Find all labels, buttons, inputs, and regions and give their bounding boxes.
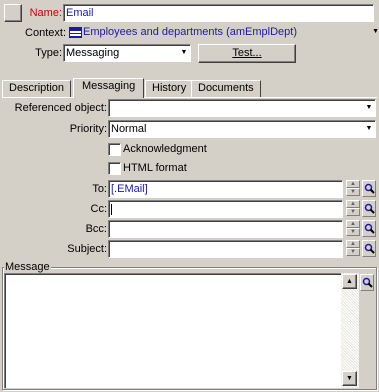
bcc-spin-button[interactable]: ▲ ▼ — [346, 220, 360, 237]
context-value: Employees and departments (amEmplDept) — [83, 26, 297, 38]
test-button[interactable]: Test... — [198, 44, 296, 63]
to-field[interactable]: [.EMail] — [108, 180, 343, 198]
chevron-down-icon: ▼ — [180, 49, 188, 56]
tab-messaging[interactable]: Messaging — [73, 78, 145, 98]
acknowledgment-checkbox[interactable] — [108, 143, 121, 156]
to-zoom-icon[interactable] — [362, 180, 376, 197]
name-label: Name: — [29, 7, 62, 19]
scroll-down-button[interactable]: ▼ — [342, 371, 357, 386]
tab-documents[interactable]: Documents — [191, 80, 261, 97]
to-spin-button[interactable]: ▲ ▼ — [346, 180, 360, 197]
text-cursor — [111, 203, 112, 215]
html-format-label: HTML format — [123, 162, 187, 174]
message-scrollbar[interactable]: ▲ ▼ — [341, 273, 359, 388]
subject-field[interactable] — [108, 240, 343, 258]
priority-value: Normal — [111, 123, 147, 135]
type-label: Type: — [35, 47, 62, 59]
cc-field[interactable] — [108, 200, 343, 218]
tab-panel-border — [2, 97, 377, 98]
bcc-field[interactable] — [108, 220, 343, 238]
tab-messaging-label: Messaging — [82, 80, 136, 92]
subject-spin-button[interactable]: ▲ ▼ — [346, 240, 360, 257]
cc-spin-button[interactable]: ▲ ▼ — [346, 200, 360, 217]
message-zoom-icon[interactable] — [360, 274, 374, 291]
type-value: Messaging — [66, 47, 120, 59]
table-icon — [69, 26, 82, 38]
acknowledgment-label: Acknowledgment — [123, 143, 207, 155]
to-label: To: — [92, 183, 107, 195]
test-button-label: Test... — [232, 47, 262, 59]
chevron-down-icon: ▼ — [365, 125, 373, 132]
chevron-down-icon: ▼ — [365, 104, 373, 111]
scroll-up-button[interactable]: ▲ — [342, 274, 357, 289]
name-field[interactable]: Email — [63, 4, 374, 22]
chevron-down-icon[interactable]: ▼ — [372, 24, 379, 40]
context-label: Context: — [25, 27, 66, 39]
type-select[interactable]: Messaging ▼ — [63, 44, 191, 62]
bcc-zoom-icon[interactable] — [362, 220, 376, 237]
tab-history-label: History — [152, 82, 187, 94]
tab-description-label: Description — [9, 82, 65, 94]
tab-documents-label: Documents — [198, 82, 254, 94]
tab-history[interactable]: History — [145, 80, 194, 97]
context-field[interactable]: Employees and departments (amEmplDept) ▼ — [67, 24, 379, 42]
priority-label: Priority: — [69, 123, 107, 135]
tab-description[interactable]: Description — [2, 80, 72, 97]
cc-label: Cc: — [90, 203, 108, 215]
subject-label: Subject: — [67, 243, 107, 255]
bcc-label: Bcc: — [85, 223, 107, 235]
html-format-checkbox[interactable] — [108, 162, 121, 175]
referenced-object-select[interactable]: ▼ — [108, 99, 376, 117]
priority-select[interactable]: Normal ▼ — [108, 120, 376, 138]
record-indicator — [4, 4, 22, 22]
cc-zoom-icon[interactable] — [362, 200, 376, 217]
message-textarea[interactable] — [4, 273, 341, 388]
message-label: Message — [4, 261, 51, 273]
referenced-object-label: Referenced object: — [14, 102, 107, 114]
subject-zoom-icon[interactable] — [362, 240, 376, 257]
